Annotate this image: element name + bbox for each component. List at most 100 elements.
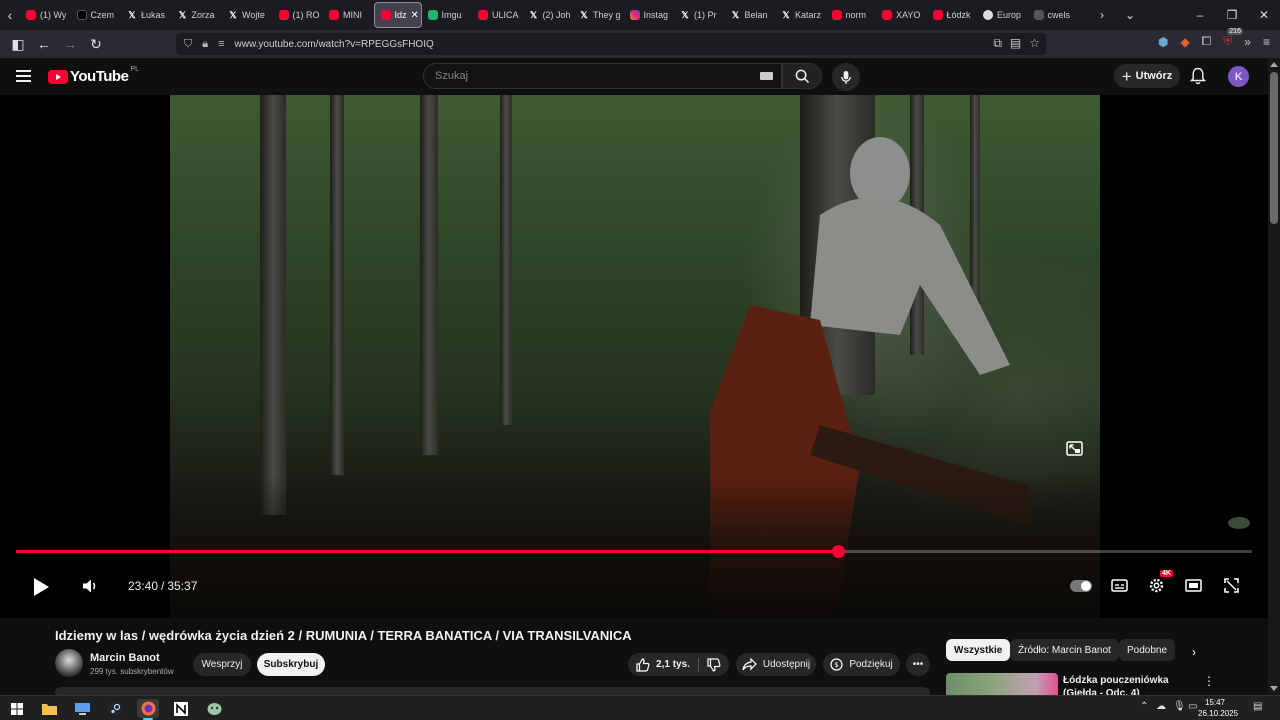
windows-start-icon[interactable]	[6, 699, 28, 718]
address-bar[interactable]: ⛉ 🔒︎ ≡ www.youtube.com/watch?v=RPEGGsFHO…	[176, 33, 1046, 55]
vpn-extension-icon[interactable]: ⬢	[1158, 35, 1168, 49]
back-button[interactable]: ←	[32, 36, 56, 52]
browser-tab[interactable]: 𝕏 (2) Joh	[523, 2, 574, 28]
page-scrollbar[interactable]	[1268, 58, 1280, 695]
browser-tab[interactable]: imgur-iconImgu	[422, 2, 473, 28]
subtitles-icon[interactable]	[1111, 579, 1128, 592]
settings-gear-icon[interactable]	[1148, 577, 1165, 594]
channel-watermark-icon[interactable]	[1228, 517, 1250, 529]
browser-tab[interactable]: youtube-iconnorm	[826, 2, 877, 28]
create-button[interactable]: + Utwórz	[1114, 64, 1180, 88]
video-player[interactable]: 23:40/35:37 4K	[0, 95, 1268, 618]
more-tools-icon[interactable]: »	[1244, 35, 1251, 49]
browser-tab[interactable]: 𝕏 Wojte	[222, 2, 273, 28]
volume-icon[interactable]	[82, 578, 98, 594]
taskbar-clock[interactable]: 15:47 26.10.2025	[1198, 697, 1238, 719]
bookmark-star-icon[interactable]: ☆	[1029, 36, 1040, 51]
permissions-icon[interactable]: ≡	[218, 38, 224, 50]
extensions-puzzle-icon[interactable]: ⧠	[1202, 34, 1212, 49]
share-button[interactable]: Udostępnij	[736, 653, 816, 676]
search-input[interactable]: Szukaj	[423, 63, 782, 89]
more-actions-icon[interactable]: •••	[906, 653, 930, 676]
steam-icon[interactable]	[104, 699, 126, 718]
file-explorer-icon[interactable]	[38, 699, 60, 718]
browser-tab[interactable]: page-iconcwels	[1028, 2, 1079, 28]
chat-app-icon[interactable]	[203, 699, 225, 718]
app-menu-icon[interactable]: ≡	[1263, 35, 1270, 49]
thumbs-down-icon[interactable]	[707, 657, 721, 672]
browser-tab[interactable]: 𝕏 Katarz	[775, 2, 826, 28]
close-window-button[interactable]: ✕	[1248, 8, 1280, 22]
theater-mode-icon[interactable]	[1185, 579, 1202, 592]
browser-tab[interactable]: 𝕏 Belan	[725, 2, 776, 28]
keyboard-icon[interactable]	[760, 72, 773, 80]
chip-all[interactable]: Wszystkie	[946, 639, 1011, 661]
guide-menu-icon[interactable]	[16, 70, 31, 82]
restore-window-button[interactable]: ❐	[1216, 8, 1248, 22]
youtube-logo[interactable]: YouTube PL	[48, 66, 139, 85]
notifications-icon[interactable]: ▤	[1253, 701, 1262, 712]
close-tab-icon[interactable]: ✕	[411, 10, 419, 21]
browser-tab[interactable]: 𝕏 Łukas	[121, 2, 172, 28]
list-all-tabs-icon[interactable]: ⌄	[1116, 8, 1144, 22]
subscribe-button[interactable]: Subskrybuj	[257, 653, 325, 676]
ublock-extension-icon[interactable]: ⛨ 216	[1223, 28, 1243, 49]
browser-tab[interactable]: youtube-icon(1) RO	[273, 2, 324, 28]
miniplayer-icon[interactable]	[1066, 441, 1083, 456]
browser-tab[interactable]: youtube-icon MINI	[323, 2, 374, 28]
play-icon[interactable]	[32, 577, 50, 597]
browser-tab[interactable]: youtube-iconIdz ✕	[373, 2, 422, 28]
browser-tab[interactable]: globe-icon Europ	[977, 2, 1028, 28]
recommendation-title[interactable]: Łódzka pouczeniówka (Giełda - Odc. 4)	[1063, 674, 1199, 695]
channel-avatar[interactable]	[55, 649, 83, 677]
reload-button[interactable]: ↻	[84, 36, 108, 53]
recommendation-thumbnail[interactable]	[946, 673, 1058, 695]
firefox-icon[interactable]	[137, 699, 159, 720]
browser-tab[interactable]: youtube-icon XAYO	[876, 2, 927, 28]
reader-view-icon[interactable]: ▤	[1010, 36, 1021, 51]
browser-tab[interactable]: tiktok-iconCzem	[71, 2, 122, 28]
recommendation-menu-icon[interactable]: ⋮	[1203, 674, 1215, 688]
browser-tab[interactable]: youtube-iconŁódzk	[927, 2, 978, 28]
minimize-window-button[interactable]: –	[1184, 8, 1216, 22]
browser-tab[interactable]: youtube-icon ULICA	[472, 2, 523, 28]
shield-icon[interactable]: ⛉	[184, 38, 192, 51]
computer-app-icon[interactable]	[71, 699, 93, 718]
notifications-bell-icon[interactable]	[1189, 67, 1207, 90]
browser-tab[interactable]: instagram-iconInstag	[624, 2, 675, 28]
scrollbar-thumb[interactable]	[1270, 72, 1278, 224]
tray-overflow-icon[interactable]: ⌃	[1140, 701, 1148, 712]
chip-related[interactable]: Podobne	[1119, 639, 1176, 661]
tabs-scroll-left-icon[interactable]: ‹	[0, 0, 20, 30]
scroll-up-arrow-icon[interactable]	[1270, 62, 1278, 67]
support-button[interactable]: Wesprzyj	[193, 653, 251, 676]
notion-icon[interactable]	[170, 699, 192, 718]
chips-next-chevron-icon[interactable]: ›	[1192, 645, 1196, 659]
search-button[interactable]	[782, 63, 822, 89]
progress-bar[interactable]	[16, 545, 1252, 558]
browser-tab[interactable]: 𝕏 Zorza	[172, 2, 223, 28]
onedrive-cloud-icon[interactable]: ☁	[1156, 701, 1166, 712]
autoplay-toggle[interactable]	[1070, 580, 1092, 592]
url-text[interactable]: www.youtube.com/watch?v=RPEGGsFHOIQ	[235, 39, 434, 50]
browser-tab[interactable]: 𝕏 They g	[573, 2, 624, 28]
sidebar-toggle-icon[interactable]: ◧	[6, 36, 30, 53]
network-icon[interactable]: ▭	[1188, 701, 1197, 712]
microphone-tray-icon[interactable]: 🎙︎	[1173, 701, 1186, 712]
video-frame[interactable]	[170, 95, 1100, 618]
voice-search-button[interactable]	[832, 63, 860, 91]
browser-tab[interactable]: youtube-icon (1) Wy	[20, 2, 71, 28]
channel-name[interactable]: Marcin Banot	[90, 652, 160, 664]
tabs-scroll-right-icon[interactable]: ›	[1088, 8, 1116, 22]
chip-from-channel[interactable]: Źródło: Marcin Banot	[1010, 639, 1119, 661]
browser-tab[interactable]: 𝕏 (1) Pr	[674, 2, 725, 28]
lock-icon[interactable]: 🔒︎	[202, 38, 208, 51]
thanks-button[interactable]: $ Podziękuj	[823, 653, 900, 676]
scroll-down-arrow-icon[interactable]	[1270, 686, 1278, 691]
picture-in-picture-icon[interactable]: ⧉	[993, 36, 1002, 51]
account-avatar[interactable]: K	[1228, 66, 1249, 87]
like-button[interactable]: 2,1 tys.	[636, 657, 690, 672]
forward-button[interactable]: →	[58, 36, 82, 52]
fox-extension-icon[interactable]: ◆	[1180, 35, 1189, 49]
description-box[interactable]	[55, 687, 930, 695]
